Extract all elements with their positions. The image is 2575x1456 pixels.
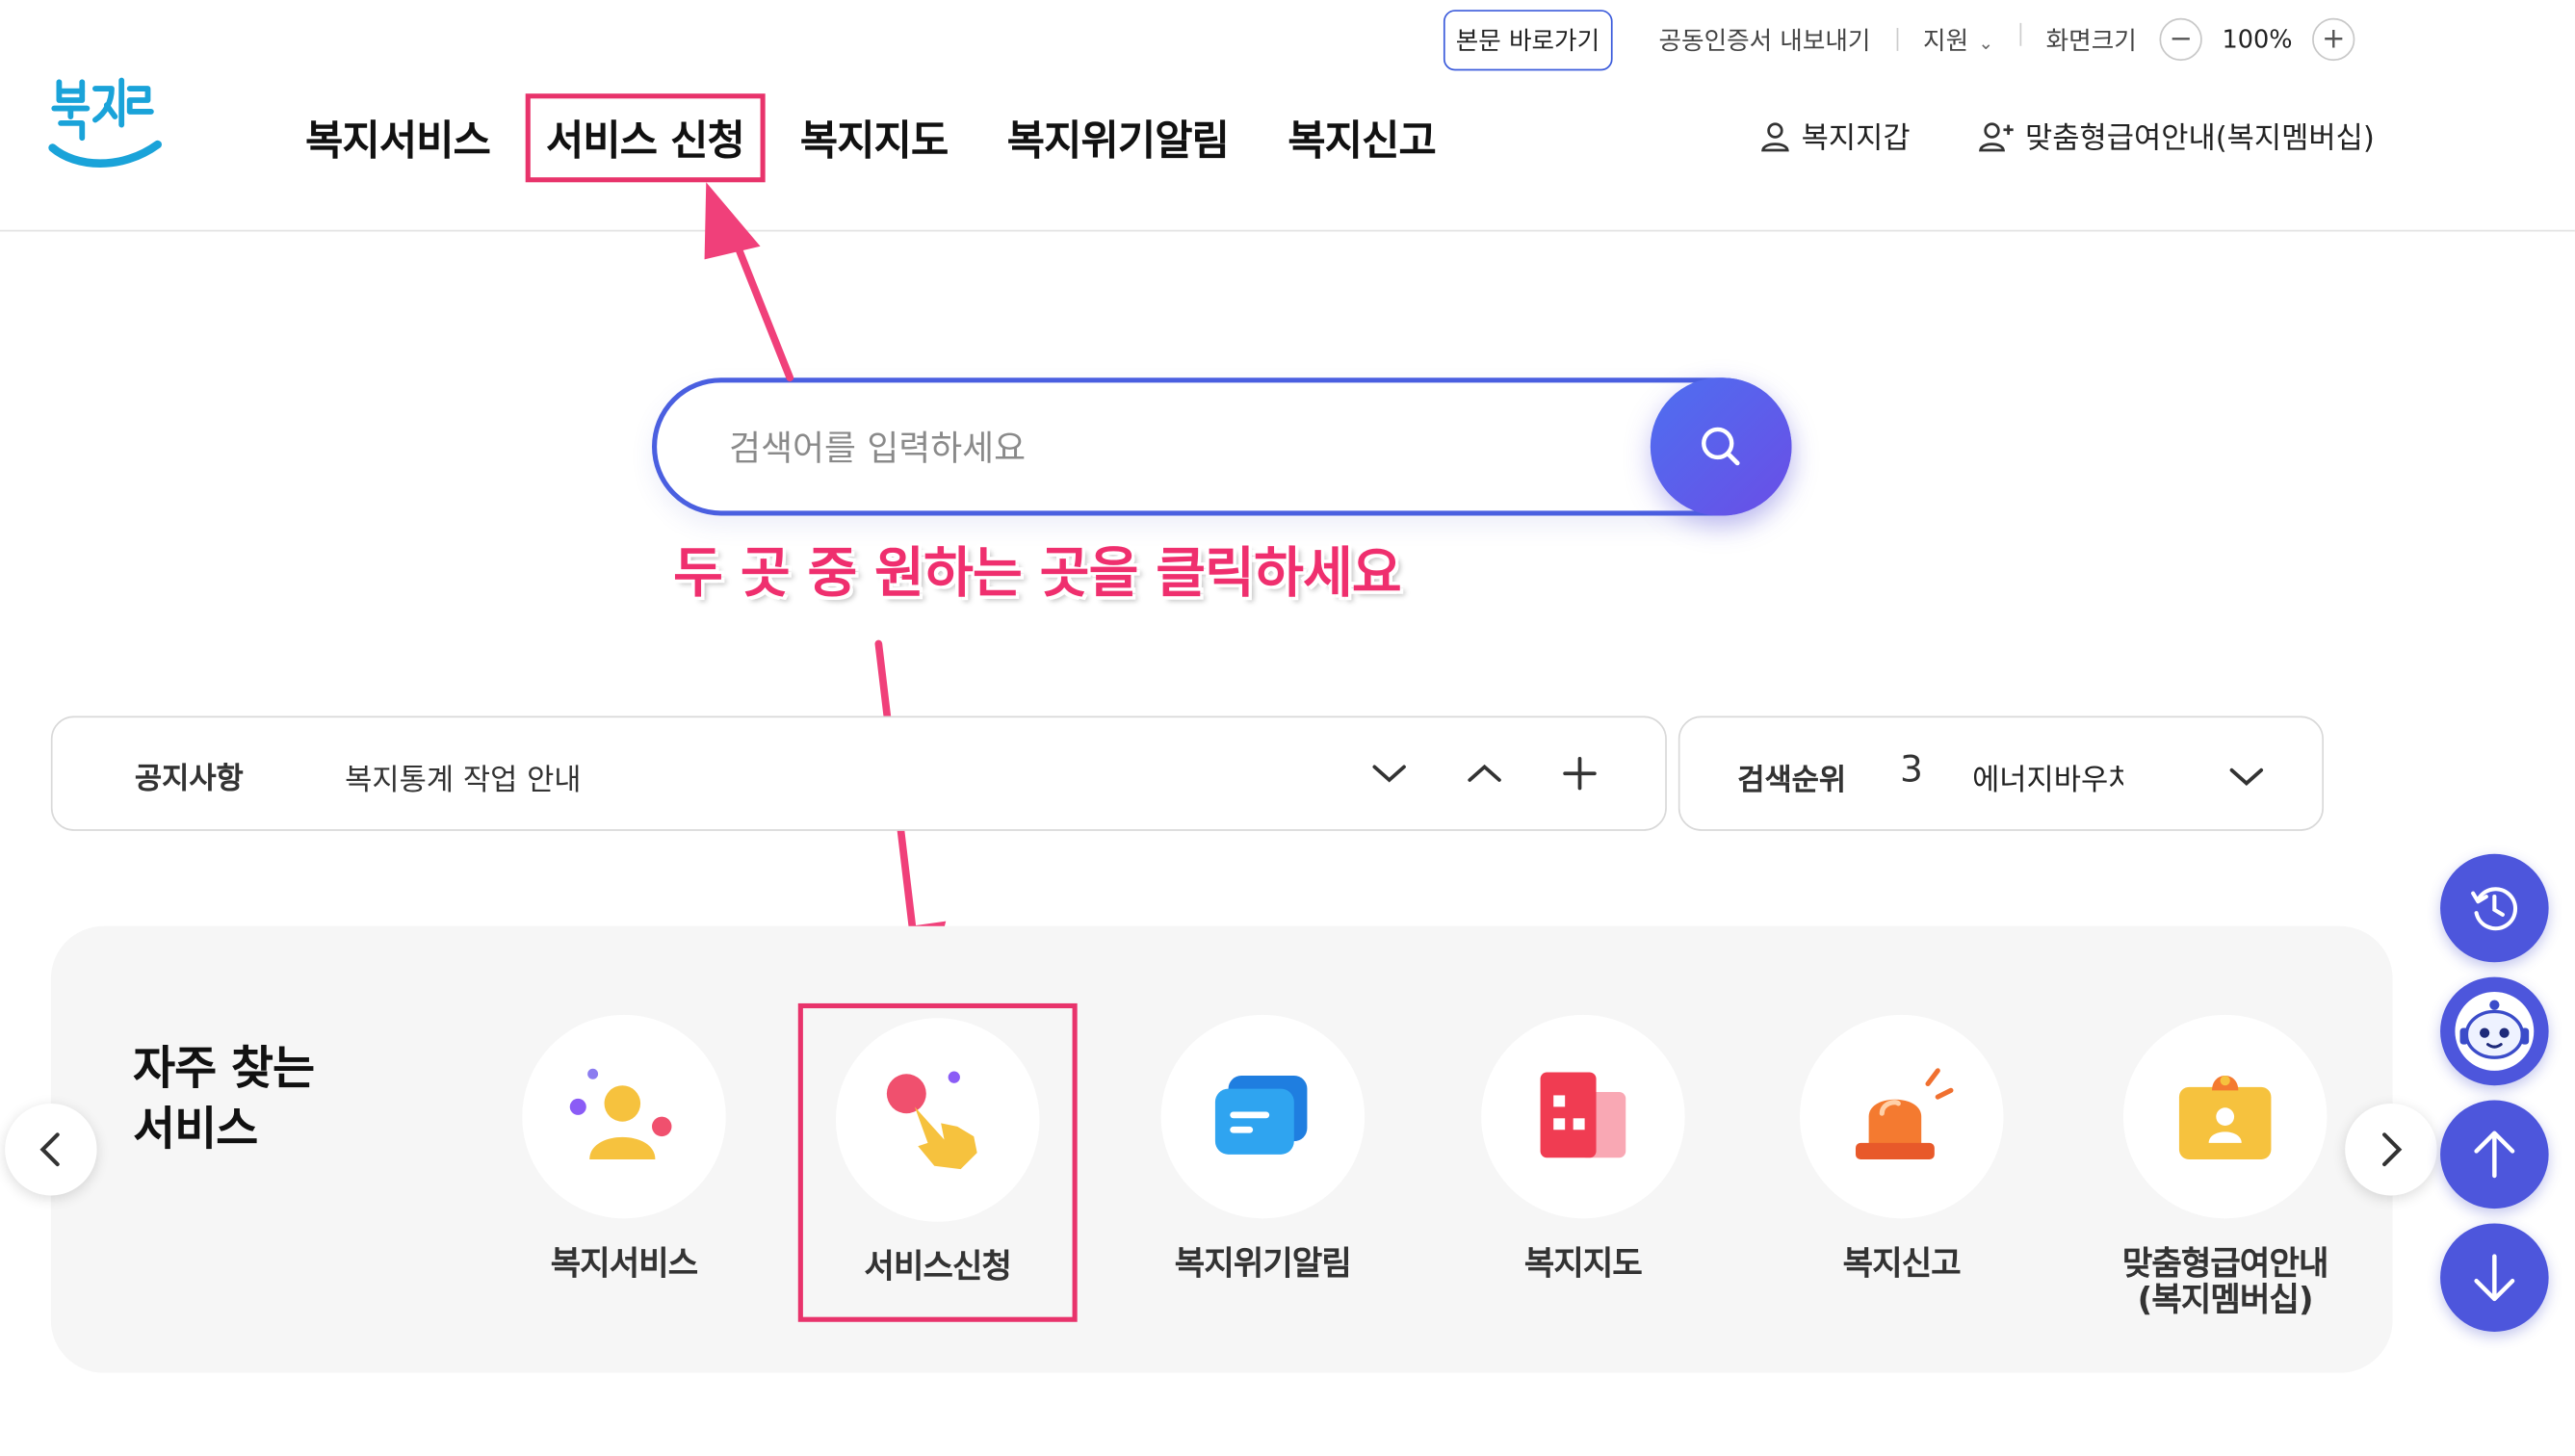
service-icon-circle <box>1800 1014 2004 1219</box>
service-membership[interactable]: 맞춤형급여안내 (복지멤버십) <box>2094 1014 2356 1319</box>
map-building-icon <box>1540 1072 1626 1158</box>
notice-controls <box>1363 744 1605 803</box>
frequent-services-panel: 자주 찾는 서비스 복지서비스 서비스신청 복지위기알림 복지지도 복지신고 맞… <box>50 925 2393 1373</box>
skip-to-content-link[interactable]: 본문 바로가기 <box>1443 9 1613 70</box>
zoom-out-button[interactable]: − <box>2159 17 2202 62</box>
arrow-up-to-nav <box>704 182 794 382</box>
chatbot-robot-icon <box>2455 992 2535 1071</box>
chatbot-button[interactable] <box>2440 976 2549 1086</box>
chevron-up-icon <box>1468 764 1501 782</box>
rank-number: 3 <box>1900 750 1923 792</box>
service-label: 복지지도 <box>1523 1242 1643 1283</box>
notice-more-button[interactable] <box>1553 744 1606 803</box>
nav-welfare-map[interactable]: 복지지도 <box>770 109 977 168</box>
notice-bar: 공지사항 복지통계 작업 안내 <box>50 715 1667 831</box>
search-icon <box>1702 427 1740 466</box>
service-welfare-report[interactable]: 복지신고 <box>1770 1014 2033 1283</box>
membership-link[interactable]: 맞춤형급여안내(복지멤버십) <box>1979 115 2375 157</box>
recent-history-button[interactable] <box>2440 853 2549 963</box>
search-rank-bar: 검색순위 3 에너지바우처 <box>1678 715 2324 831</box>
nav-welfare-report[interactable]: 복지신고 <box>1259 109 1466 168</box>
service-icon-circle <box>522 1014 726 1219</box>
rank-expand-button[interactable] <box>2221 747 2274 806</box>
search-button[interactable] <box>1650 377 1792 516</box>
service-label: 복지서비스 <box>550 1242 698 1283</box>
instruction-callout: 두 곳 중 원하는 곳을 클릭하세요 <box>673 540 1402 605</box>
arrow-down-icon <box>2474 1254 2515 1302</box>
chevron-left-icon <box>39 1132 60 1167</box>
service-label: 서비스신청 <box>864 1246 1012 1287</box>
service-icon-circle <box>2122 1014 2328 1219</box>
notice-label: 공지사항 <box>134 762 244 797</box>
carousel-prev-button[interactable] <box>5 1103 97 1196</box>
chevron-right-icon <box>2382 1132 2403 1167</box>
service-label: 복지신고 <box>1842 1242 1962 1283</box>
search-input[interactable] <box>729 418 1650 479</box>
main-nav: 복지서비스 서비스 신청 복지지도 복지위기알림 복지신고 <box>275 93 1466 183</box>
nav-welfare-service[interactable]: 복지서비스 <box>275 109 519 168</box>
wallet-label: 복지지갑 <box>1801 121 1911 157</box>
plus-icon: + <box>2322 22 2346 56</box>
scroll-bottom-button[interactable] <box>2440 1223 2549 1332</box>
siren-icon <box>1855 1068 1954 1159</box>
scroll-top-button[interactable] <box>2440 1100 2549 1209</box>
utility-bar: 본문 바로가기 공동인증서 내보내기 지원 ⌄ 화면크기 − 100% + <box>1443 7 2391 72</box>
membership-label: 맞춤형급여안내(복지멤버십) <box>2025 121 2375 157</box>
notice-text[interactable]: 복지통계 작업 안내 <box>345 757 581 799</box>
carousel-next-button[interactable] <box>2345 1103 2437 1196</box>
user-plus-icon <box>1979 122 2015 152</box>
screen-size-label: 화면크기 <box>2045 25 2137 56</box>
minus-icon: − <box>2169 22 2193 56</box>
chevron-down-icon <box>2229 767 2264 786</box>
id-card-icon <box>2178 1075 2272 1159</box>
chevron-down-icon <box>1372 765 1406 783</box>
site-logo[interactable] <box>46 72 168 181</box>
header-divider <box>0 229 2575 232</box>
page: 본문 바로가기 공동인증서 내보내기 지원 ⌄ 화면크기 − 100% + 복지… <box>0 0 2575 1456</box>
person-icon <box>569 1068 672 1159</box>
notice-prev-button[interactable] <box>1458 744 1511 803</box>
notice-next-button[interactable] <box>1363 744 1416 803</box>
zoom-in-button[interactable]: + <box>2312 17 2355 62</box>
support-label: 지원 <box>1923 25 1969 56</box>
rank-label: 검색순위 <box>1737 763 1847 798</box>
zoom-level: 100% <box>2222 24 2293 55</box>
service-welfare[interactable]: 복지서비스 <box>493 1014 756 1283</box>
message-icon <box>1214 1075 1308 1155</box>
bokjiro-logo-icon <box>48 77 162 168</box>
hand-tap-icon <box>886 1071 977 1170</box>
search-bar <box>652 377 1792 516</box>
account-links: 복지지갑 맞춤형급여안내(복지멤버십) <box>1758 115 2375 157</box>
service-icon-circle <box>1160 1014 1366 1219</box>
screen-size-control: 화면크기 − 100% + <box>2019 17 2391 62</box>
rank-keyword[interactable]: 에너지바우처 <box>1972 757 2123 799</box>
service-welfare-map[interactable]: 복지지도 <box>1451 1014 1714 1283</box>
arrow-up-icon <box>2474 1131 2515 1179</box>
nav-crisis-alert[interactable]: 복지위기알림 <box>977 109 1259 168</box>
support-dropdown[interactable]: 지원 ⌄ <box>1896 22 2020 57</box>
service-label: 복지위기알림 <box>1174 1242 1352 1283</box>
chevron-down-icon: ⌄ <box>1978 32 1994 54</box>
service-icon-circle <box>1481 1014 1685 1219</box>
history-icon <box>2471 887 2518 931</box>
service-apply[interactable]: 서비스신청 <box>797 1002 1078 1322</box>
plus-icon <box>1563 756 1597 791</box>
service-icon-circle <box>835 1018 1040 1222</box>
user-icon <box>1761 122 1789 152</box>
frequent-services-title: 자주 찾는 서비스 <box>133 1041 315 1157</box>
service-label: 맞춤형급여안내 (복지멤버십) <box>2121 1242 2329 1319</box>
cert-export-link[interactable]: 공동인증서 내보내기 <box>1632 22 1897 57</box>
nav-service-apply[interactable]: 서비스 신청 <box>524 93 767 183</box>
service-crisis-alert[interactable]: 복지위기알림 <box>1131 1014 1394 1283</box>
wallet-link[interactable]: 복지지갑 <box>1758 115 1911 157</box>
